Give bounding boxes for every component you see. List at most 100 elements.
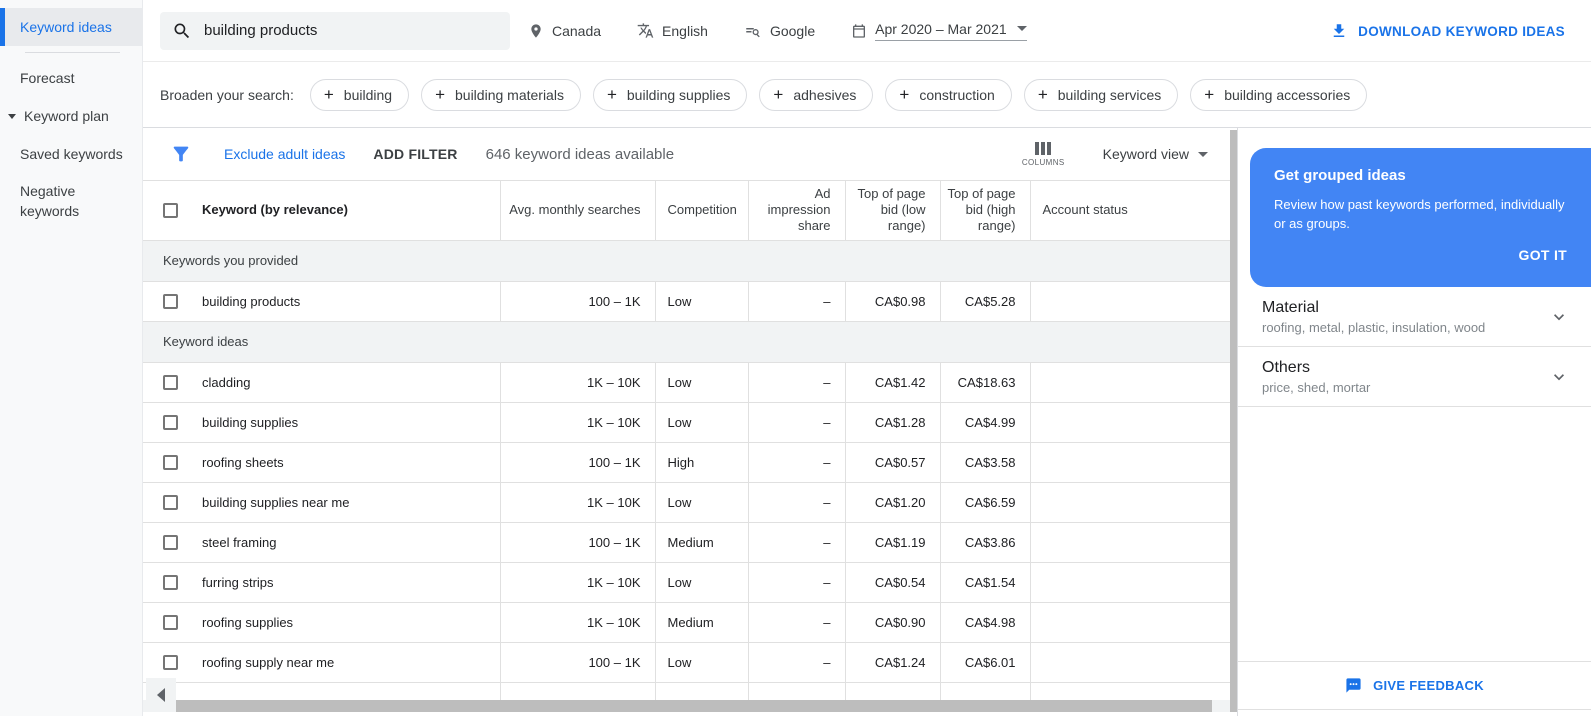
give-feedback-button[interactable]: GIVE FEEDBACK — [1238, 661, 1591, 710]
ad-impression-share-cell: – — [747, 442, 845, 483]
download-label: DOWNLOAD KEYWORD IDEAS — [1358, 23, 1565, 39]
row-checkbox[interactable] — [163, 374, 178, 390]
avg-monthly-searches-cell: 1K – 10K — [499, 482, 655, 523]
table-row: furring strips 1K – 10K Low – CA$0.54 CA… — [143, 562, 1230, 603]
row-checkbox[interactable] — [163, 293, 178, 309]
select-all-checkbox[interactable] — [163, 202, 178, 218]
competition-cell: High — [654, 442, 748, 483]
broaden-chip-construction[interactable]: + construction — [885, 78, 1012, 111]
group-row-others[interactable]: Others price, shed, mortar — [1238, 347, 1591, 407]
exclude-adult-ideas-link[interactable]: Exclude adult ideas — [224, 146, 345, 162]
top-of-page-bid-low-cell: CA$0.90 — [844, 602, 940, 643]
network-selector[interactable]: Google — [744, 22, 815, 40]
download-keyword-ideas-button[interactable]: DOWNLOAD KEYWORD IDEAS — [1330, 0, 1565, 62]
ad-impression-share-cell: – — [747, 522, 845, 563]
ad-impression-share-cell: – — [747, 281, 845, 322]
sidebar-item-label: Forecast — [20, 70, 75, 86]
competition-cell: Low — [654, 482, 748, 523]
top-of-page-bid-high-cell: CA$18.63 — [939, 362, 1030, 403]
filter-bar: Exclude adult ideas ADD FILTER 646 keywo… — [143, 128, 1230, 181]
row-checkbox[interactable] — [163, 574, 178, 590]
sidebar-item-forecast[interactable]: Forecast — [0, 59, 142, 97]
sidebar-item-keyword-ideas[interactable]: Keyword ideas — [0, 8, 142, 46]
topbar: Canada English Google Apr 2020 – Mar 202… — [143, 0, 1591, 128]
language-selector[interactable]: English — [637, 22, 708, 39]
date-range-selector[interactable]: Apr 2020 – Mar 2021 — [851, 21, 1027, 41]
top-of-page-bid-high-cell: CA$4.98 — [939, 602, 1030, 643]
avg-monthly-searches-cell: 100 – 1K — [499, 281, 655, 322]
keyword-cell: furring strips — [202, 574, 274, 590]
ad-impression-share-cell: – — [747, 362, 845, 403]
broaden-chip-building-materials[interactable]: + building materials — [421, 78, 581, 111]
keyword-view-dropdown[interactable]: Keyword view — [1103, 146, 1208, 162]
horizontal-scrollbar-thumb[interactable] — [175, 700, 1212, 712]
competition-cell: Low — [654, 642, 748, 683]
sidebar-item-saved-keywords[interactable]: Saved keywords — [0, 135, 142, 173]
top-of-page-bid-high-cell: CA$6.01 — [939, 642, 1030, 683]
columns-button[interactable]: COLUMNS — [1021, 141, 1065, 167]
keyword-search-box[interactable] — [160, 11, 510, 50]
top-of-page-bid-low-cell: CA$1.28 — [844, 402, 940, 443]
row-checkbox[interactable] — [163, 614, 178, 630]
horizontal-scrollbar[interactable] — [143, 700, 1230, 712]
scroll-left-button[interactable] — [146, 678, 176, 712]
keyword-cell: steel framing — [202, 534, 277, 550]
table-header-row: Keyword (by relevance) Avg. monthly sear… — [143, 181, 1230, 241]
column-header-avg-monthly-searches[interactable]: Avg. monthly searches — [499, 181, 655, 241]
broaden-chip-building[interactable]: + building — [309, 78, 410, 111]
chevron-down-icon[interactable] — [1549, 307, 1569, 327]
column-header-top-of-page-bid-low[interactable]: Top of page bid (low range) — [844, 181, 940, 241]
competition-cell: Medium — [654, 522, 748, 563]
vertical-scrollbar[interactable] — [1230, 130, 1237, 712]
chip-label: building — [343, 86, 393, 103]
top-of-page-bid-low-cell: CA$0.57 — [844, 442, 940, 483]
table-row: building supplies 1K – 10K Low – CA$1.28… — [143, 402, 1230, 443]
columns-label: COLUMNS — [1021, 157, 1065, 167]
column-header-keyword[interactable]: Keyword (by relevance) — [143, 181, 500, 241]
competition-cell: Low — [654, 281, 748, 322]
group-row-material[interactable]: Material roofing, metal, plastic, insula… — [1238, 287, 1591, 347]
keyword-cell: building supplies — [202, 414, 299, 430]
plus-icon: + — [323, 85, 334, 104]
keyword-cell: roofing supply near me — [202, 654, 335, 670]
top-of-page-bid-low-cell: CA$0.98 — [844, 281, 940, 322]
column-header-ad-impression-share[interactable]: Ad impression share — [747, 181, 845, 241]
ad-impression-share-cell: – — [747, 602, 845, 643]
group-title: Others — [1262, 359, 1311, 376]
row-checkbox[interactable] — [163, 454, 178, 470]
column-header-competition[interactable]: Competition — [654, 181, 748, 241]
sidebar-item-negative-keywords[interactable]: Negative keywords — [0, 173, 142, 229]
keyword-cell: roofing sheets — [202, 454, 284, 470]
search-input[interactable] — [204, 22, 498, 39]
search-settings-row: Canada English Google Apr 2020 – Mar 202… — [143, 0, 1591, 62]
broaden-chip-building-supplies[interactable]: + building supplies — [592, 78, 748, 111]
table-row: roofing supply near me 100 – 1K Low – CA… — [143, 642, 1230, 683]
table-row: roofing supplies 1K – 10K Medium – CA$0.… — [143, 602, 1230, 643]
broaden-chip-building-services[interactable]: + building services — [1023, 78, 1179, 111]
grouped-ideas-panel: Get grouped ideas Review how past keywor… — [1237, 128, 1591, 716]
keyword-table: Keyword (by relevance) Avg. monthly sear… — [143, 181, 1230, 700]
broaden-chip-building-accessories[interactable]: + building accessories — [1190, 78, 1368, 111]
chip-label: construction — [919, 86, 995, 103]
sidebar-item-keyword-plan[interactable]: Keyword plan — [0, 97, 142, 135]
row-checkbox[interactable] — [163, 494, 178, 510]
ad-impression-share-cell: – — [747, 402, 845, 443]
add-filter-button[interactable]: ADD FILTER — [373, 146, 457, 162]
top-of-page-bid-low-cell: CA$1.20 — [844, 482, 940, 523]
chevron-down-icon[interactable] — [1549, 367, 1569, 387]
account-status-cell — [1029, 442, 1230, 483]
table-row: steel framing 100 – 1K Medium – CA$1.19 … — [143, 522, 1230, 563]
row-checkbox[interactable] — [163, 534, 178, 550]
location-selector[interactable]: Canada — [528, 23, 601, 39]
column-header-top-of-page-bid-high[interactable]: Top of page bid (high range) — [939, 181, 1030, 241]
broaden-chip-adhesives[interactable]: + adhesives — [759, 78, 874, 111]
row-checkbox[interactable] — [163, 414, 178, 430]
column-header-account-status[interactable]: Account status — [1029, 181, 1230, 241]
filter-funnel-icon[interactable] — [170, 143, 192, 165]
top-of-page-bid-high-cell: CA$6.59 — [939, 482, 1030, 523]
got-it-button[interactable]: GOT IT — [1274, 247, 1567, 263]
chip-label: building services — [1057, 86, 1162, 103]
table-section-row: Keywords you provided — [143, 240, 1230, 282]
date-range-value: Apr 2020 – Mar 2021 — [875, 20, 1007, 37]
row-checkbox[interactable] — [163, 654, 178, 670]
